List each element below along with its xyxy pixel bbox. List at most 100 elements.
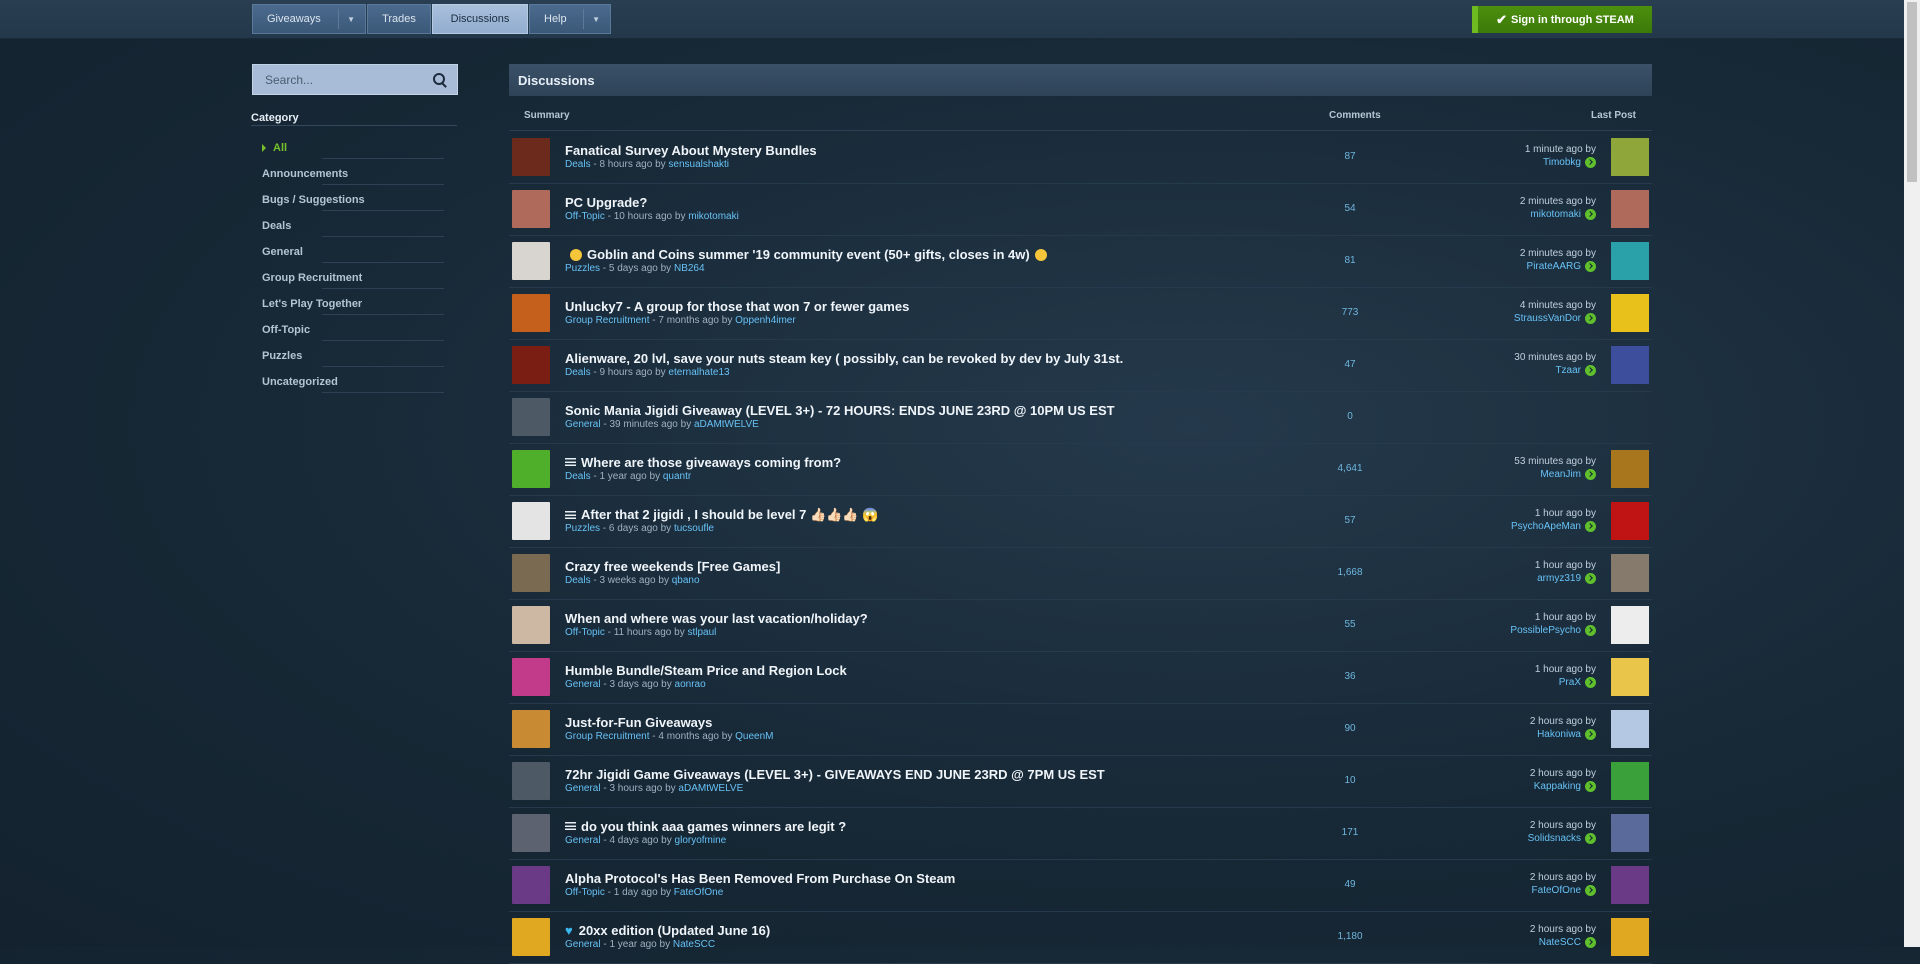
category-link[interactable]: Deals (565, 159, 591, 170)
last-post-user-link[interactable]: FateOfOne (1532, 885, 1596, 896)
category-link[interactable]: General (565, 679, 601, 690)
last-post-user-link[interactable]: Timobkg (1543, 157, 1596, 168)
discussion-title-link[interactable]: Sonic Mania Jigidi Giveaway (LEVEL 3+) -… (565, 403, 1115, 418)
discussion-title-link[interactable]: do you think aaa games winners are legit… (565, 819, 846, 834)
discussion-title-link[interactable]: Fanatical Survey About Mystery Bundles (565, 143, 817, 158)
sidebar-item-all[interactable]: All (262, 135, 444, 161)
scrollbar[interactable] (1904, 0, 1920, 947)
discussion-title-link[interactable]: Crazy free weekends [Free Games] (565, 559, 780, 574)
author-avatar[interactable] (512, 294, 550, 332)
last-post-avatar[interactable] (1611, 762, 1649, 800)
author-link[interactable]: quantr (663, 471, 691, 482)
category-link[interactable]: General (565, 783, 601, 794)
sidebar-item-announcements[interactable]: Announcements (262, 161, 444, 187)
arrow-right-circle-icon[interactable] (1585, 573, 1596, 584)
discussion-title-link[interactable]: PC Upgrade? (565, 195, 647, 210)
last-post-avatar[interactable] (1611, 450, 1649, 488)
author-link[interactable]: qbano (672, 575, 700, 586)
last-post-avatar[interactable] (1611, 658, 1649, 696)
arrow-right-circle-icon[interactable] (1585, 833, 1596, 844)
sidebar-item-off-topic[interactable]: Off-Topic (262, 317, 444, 343)
arrow-right-circle-icon[interactable] (1585, 157, 1596, 168)
author-avatar[interactable] (512, 814, 550, 852)
author-link[interactable]: Oppenh4imer (735, 315, 796, 326)
author-avatar[interactable] (512, 138, 550, 176)
discussion-title-link[interactable]: Just-for-Fun Giveaways (565, 715, 712, 730)
category-link[interactable]: General (565, 419, 601, 430)
last-post-avatar[interactable] (1611, 554, 1649, 592)
arrow-right-circle-icon[interactable] (1585, 937, 1596, 948)
chevron-down-icon[interactable]: ▼ (592, 15, 600, 24)
author-link[interactable]: aonrao (675, 679, 706, 690)
arrow-right-circle-icon[interactable] (1585, 469, 1596, 480)
last-post-user-link[interactable]: Kappaking (1534, 781, 1596, 792)
search-icon[interactable] (433, 72, 447, 87)
discussion-title-link[interactable]: After that 2 jigidi , I should be level … (565, 507, 878, 523)
discussion-title-link[interactable]: Alienware, 20 lvl, save your nuts steam … (565, 351, 1123, 366)
arrow-right-circle-icon[interactable] (1585, 261, 1596, 272)
sidebar-item-let-s-play-together[interactable]: Let's Play Together (262, 291, 444, 317)
nav-giveaways[interactable]: Giveaways ▼ (252, 4, 366, 34)
last-post-avatar[interactable] (1611, 866, 1649, 904)
author-avatar[interactable] (512, 658, 550, 696)
sidebar-item-general[interactable]: General (262, 239, 444, 265)
last-post-user-link[interactable]: PossiblePsycho (1510, 625, 1596, 636)
last-post-avatar[interactable] (1611, 814, 1649, 852)
author-link[interactable]: stlpaul (688, 627, 717, 638)
steam-signin-button[interactable]: ✔ Sign in through STEAM (1472, 6, 1652, 33)
category-link[interactable]: Puzzles (565, 263, 600, 274)
author-link[interactable]: eternalhate13 (668, 367, 729, 378)
author-avatar[interactable] (512, 190, 550, 228)
last-post-user-link[interactable]: Solidsnacks (1528, 833, 1596, 844)
last-post-avatar[interactable] (1611, 606, 1649, 644)
author-link[interactable]: QueenM (735, 731, 773, 742)
arrow-right-circle-icon[interactable] (1585, 677, 1596, 688)
arrow-right-circle-icon[interactable] (1585, 209, 1596, 220)
category-link[interactable]: Deals (565, 575, 591, 586)
author-avatar[interactable] (512, 450, 550, 488)
arrow-right-circle-icon[interactable] (1585, 729, 1596, 740)
last-post-user-link[interactable]: PraX (1559, 677, 1596, 688)
author-link[interactable]: tucsoufle (674, 523, 714, 534)
author-avatar[interactable] (512, 502, 550, 540)
arrow-right-circle-icon[interactable] (1585, 313, 1596, 324)
arrow-right-circle-icon[interactable] (1585, 625, 1596, 636)
author-avatar[interactable] (512, 554, 550, 592)
discussion-title-link[interactable]: Humble Bundle/Steam Price and Region Loc… (565, 663, 847, 678)
category-link[interactable]: Group Recruitment (565, 731, 649, 742)
author-link[interactable]: NateSCC (673, 939, 715, 950)
last-post-user-link[interactable]: mikotomaki (1530, 209, 1596, 220)
discussion-title-link[interactable]: ♥ 20xx edition (Updated June 16) (565, 923, 770, 938)
category-link[interactable]: General (565, 939, 601, 950)
author-avatar[interactable] (512, 398, 550, 436)
sidebar-item-group-recruitment[interactable]: Group Recruitment (262, 265, 444, 291)
discussion-title-link[interactable]: Unlucky7 - A group for those that won 7 … (565, 299, 909, 314)
sidebar-item-uncategorized[interactable]: Uncategorized (262, 369, 444, 395)
last-post-user-link[interactable]: Tzaar (1555, 365, 1596, 376)
sidebar-item-deals[interactable]: Deals (262, 213, 444, 239)
sidebar-item-bugs-suggestions[interactable]: Bugs / Suggestions (262, 187, 444, 213)
last-post-user-link[interactable]: PsychoApeMan (1511, 521, 1596, 532)
last-post-avatar[interactable] (1611, 138, 1649, 176)
last-post-avatar[interactable] (1611, 294, 1649, 332)
author-link[interactable]: aDAMtWELVE (694, 419, 759, 430)
arrow-right-circle-icon[interactable] (1585, 885, 1596, 896)
author-link[interactable]: NB264 (674, 263, 705, 274)
discussion-title-link[interactable]: When and where was your last vacation/ho… (565, 611, 868, 626)
discussion-title-link[interactable]: Goblin and Coins summer '19 community ev… (565, 247, 1052, 262)
arrow-right-circle-icon[interactable] (1585, 521, 1596, 532)
category-link[interactable]: Deals (565, 367, 591, 378)
last-post-user-link[interactable]: Hakoniwa (1537, 729, 1596, 740)
category-link[interactable]: General (565, 835, 601, 846)
category-link[interactable]: Puzzles (565, 523, 600, 534)
author-avatar[interactable] (512, 606, 550, 644)
nav-discussions[interactable]: Discussions (432, 4, 528, 34)
last-post-avatar[interactable] (1611, 502, 1649, 540)
last-post-avatar[interactable] (1611, 190, 1649, 228)
author-avatar[interactable] (512, 918, 550, 956)
author-avatar[interactable] (512, 242, 550, 280)
discussion-title-link[interactable]: Where are those giveaways coming from? (565, 455, 841, 470)
last-post-user-link[interactable]: StraussVanDor (1514, 313, 1596, 324)
category-link[interactable]: Off-Topic (565, 887, 605, 898)
author-link[interactable]: aDAMtWELVE (678, 783, 743, 794)
